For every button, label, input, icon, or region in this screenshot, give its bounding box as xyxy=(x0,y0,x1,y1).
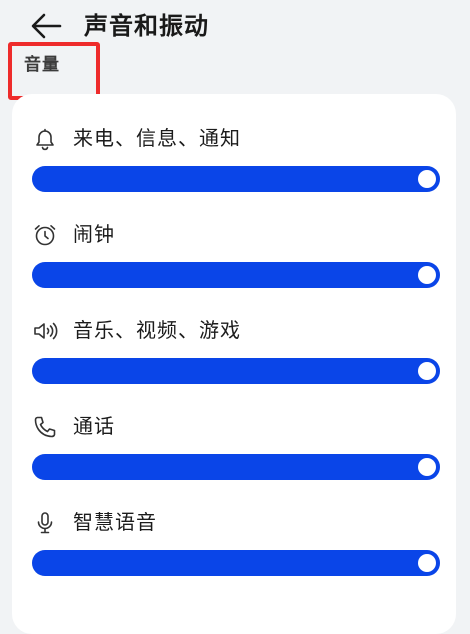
volume-slider-thumb[interactable] xyxy=(418,362,436,380)
volume-label-assistant: 智慧语音 xyxy=(73,510,157,534)
page-title: 声音和振动 xyxy=(84,12,209,40)
volume-slider-thumb[interactable] xyxy=(418,266,436,284)
volume-label-ringtone: 来电、信息、通知 xyxy=(73,126,241,150)
volume-slider-thumb[interactable] xyxy=(418,554,436,572)
volume-slider-fill xyxy=(32,166,440,192)
volume-slider-thumb[interactable] xyxy=(418,170,436,188)
volume-slider-fill xyxy=(32,454,440,480)
volume-slider-assistant[interactable] xyxy=(32,550,440,576)
volume-card: 来电、信息、通知 闹钟 音乐、视频、游戏 通话 智慧语音 xyxy=(12,94,456,634)
volume-slider-media[interactable] xyxy=(32,358,440,384)
alarm-clock-icon xyxy=(32,222,58,248)
speaker-icon xyxy=(32,318,58,344)
back-button[interactable] xyxy=(28,10,64,42)
section-label: 音量 xyxy=(24,55,60,75)
volume-row-media: 音乐、视频、游戏 xyxy=(12,286,456,384)
bell-icon xyxy=(32,126,58,152)
volume-row-call: 通话 xyxy=(12,382,456,480)
microphone-icon xyxy=(32,510,58,536)
arrow-left-icon xyxy=(31,13,62,39)
volume-row-alarm: 闹钟 xyxy=(12,190,456,288)
volume-row-ringtone: 来电、信息、通知 xyxy=(12,94,456,192)
volume-slider-ringtone[interactable] xyxy=(32,166,440,192)
volume-label-alarm: 闹钟 xyxy=(73,222,115,246)
volume-slider-alarm[interactable] xyxy=(32,262,440,288)
volume-slider-call[interactable] xyxy=(32,454,440,480)
volume-slider-fill xyxy=(32,358,440,384)
phone-icon xyxy=(32,414,58,440)
volume-slider-fill xyxy=(32,550,440,576)
volume-slider-fill xyxy=(32,262,440,288)
volume-label-call: 通话 xyxy=(73,414,115,438)
volume-label-media: 音乐、视频、游戏 xyxy=(73,318,241,342)
volume-slider-thumb[interactable] xyxy=(418,458,436,476)
volume-row-assistant: 智慧语音 xyxy=(12,478,456,576)
